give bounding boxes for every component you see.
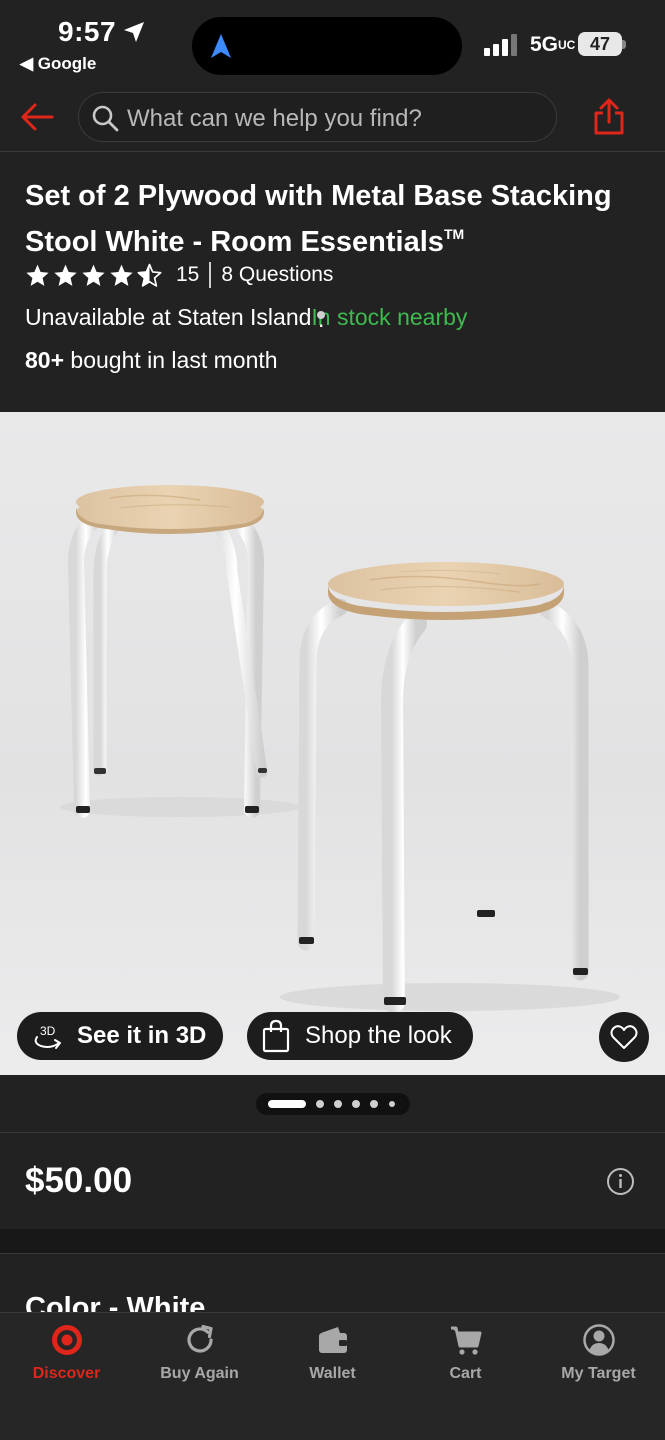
rating-divider <box>209 262 212 288</box>
refresh-icon <box>186 1324 213 1353</box>
tab-cart[interactable]: Cart <box>399 1323 532 1403</box>
cellular-signal-icon <box>484 34 517 56</box>
star-full-icon <box>82 264 105 286</box>
search-placeholder: What can we help you find? <box>127 105 422 132</box>
carousel-dot[interactable] <box>316 1100 324 1108</box>
rating-count: 15 <box>176 263 200 286</box>
battery-level: 47 <box>578 32 622 56</box>
product-image-carousel[interactable]: 3D See it in 3D Shop the look <box>0 412 665 1075</box>
carousel-dot[interactable] <box>334 1100 342 1108</box>
availability: Unavailable at Staten Island · In stock ne… <box>25 304 468 337</box>
dynamic-island <box>192 17 462 75</box>
color-selector[interactable]: Color - White <box>0 1253 665 1313</box>
tab-buy-again[interactable]: Buy Again <box>133 1323 266 1403</box>
shop-the-look-label: Shop the look <box>305 1022 452 1049</box>
star-full-icon <box>54 264 77 286</box>
navigation-arrow-icon <box>211 34 231 58</box>
battery-icon <box>622 40 626 49</box>
cart-icon <box>450 1326 481 1355</box>
back-arrow-icon[interactable] <box>18 98 56 136</box>
status-time: 9:57 <box>58 16 117 47</box>
search-icon <box>92 105 119 132</box>
svg-text:3D: 3D <box>40 1024 56 1038</box>
favorite-button[interactable] <box>599 1012 649 1062</box>
network-type: 5GUC <box>530 33 576 56</box>
carousel-dots[interactable] <box>256 1093 410 1115</box>
see-in-3d-label: See it in 3D <box>77 1022 207 1049</box>
bottom-tab-bar: Discover Buy Again Wallet Cart My Target <box>0 1312 665 1440</box>
search-input[interactable]: What can we help you find? <box>78 92 557 142</box>
carousel-dot[interactable] <box>389 1101 395 1107</box>
star-full-icon <box>110 264 133 286</box>
carousel-dot[interactable] <box>370 1100 378 1108</box>
in-stock-nearby-link[interactable]: In stock nearby <box>311 304 467 330</box>
tab-discover[interactable]: Discover <box>0 1323 133 1403</box>
3d-view-icon: 3D <box>34 1024 61 1049</box>
shop-the-look-button[interactable]: Shop the look <box>247 1012 473 1060</box>
product-info: Set of 2 Plywood with Metal Base Stackin… <box>0 152 665 412</box>
star-half-icon <box>137 263 162 287</box>
star-full-icon <box>26 264 49 286</box>
product-price: $50.00 <box>25 1161 133 1200</box>
status-bar: 9:57 ◀ Google 5GUC 47 <box>0 0 665 80</box>
store-availability[interactable]: Unavailable at Staten Island <box>25 304 311 330</box>
wallet-icon <box>318 1327 347 1353</box>
tab-my-target[interactable]: My Target <box>532 1323 665 1403</box>
tab-wallet[interactable]: Wallet <box>266 1323 399 1403</box>
questions-link[interactable]: 8 Questions <box>221 263 333 287</box>
see-in-3d-button[interactable]: 3D See it in 3D <box>17 1012 223 1060</box>
top-header: What can we help you find? <box>0 80 665 152</box>
target-bullseye-icon <box>51 1325 82 1355</box>
product-image <box>60 485 620 1013</box>
product-title: Set of 2 Plywood with Metal Base Stackin… <box>25 180 612 258</box>
back-to-app-link[interactable]: ◀ Google <box>20 54 96 74</box>
color-label: Color - White <box>25 1292 206 1313</box>
carousel-dot-active <box>268 1100 306 1108</box>
price-section: $50.00 <box>0 1133 665 1229</box>
carousel-indicator-bar <box>0 1075 665 1133</box>
bought-stat: 80+ bought in last month <box>25 347 278 373</box>
rating-stars <box>25 263 162 288</box>
account-icon <box>582 1324 615 1356</box>
heart-icon <box>610 1025 638 1049</box>
product-rating[interactable]: 15 8 Questions <box>25 262 333 288</box>
shopping-bag-icon <box>262 1019 290 1053</box>
info-icon[interactable] <box>606 1167 635 1196</box>
share-icon[interactable] <box>590 96 628 136</box>
location-arrow-icon <box>124 22 144 42</box>
section-divider <box>0 1229 665 1253</box>
carousel-dot[interactable] <box>352 1100 360 1108</box>
